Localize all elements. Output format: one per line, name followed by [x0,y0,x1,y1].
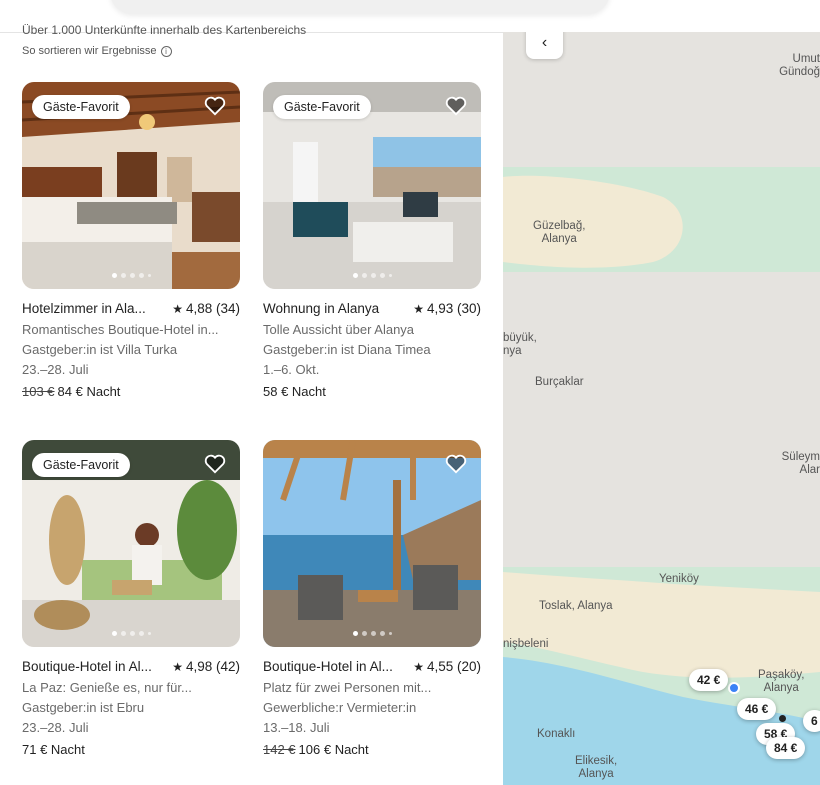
listing-dates: 13.–18. Juli [263,720,330,735]
listing-subtitle: Tolle Aussicht über Alanya [263,322,415,337]
map-label-elikesik: Elikesik, Alanya [575,755,618,780]
app-root: Über 1.000 Unterkünfte innerhalb des Kar… [0,0,820,785]
listing-title: Wohnung in Alanya [263,301,380,316]
rating-value: 4,55 (20) [426,659,481,674]
listing-host: Gastgeber:in ist Diana Timea [263,342,431,357]
heart-icon[interactable] [445,96,467,116]
heart-icon[interactable] [204,454,226,474]
listing-photo[interactable]: Gäste-Favorit [22,82,240,289]
listing-pane: Über 1.000 Unterkünfte innerhalb des Kar… [0,0,503,785]
listing-title: Hotelzimmer in Ala... [22,301,146,316]
listing-host: Gastgeber:in ist Ebru [22,700,145,715]
old-price: 142 € [263,742,296,757]
map-label-yenikoy: Yeniköy [659,573,699,585]
map-dot [779,715,786,722]
guest-favorite-badge: Gäste-Favorit [32,95,130,119]
rating-value: 4,93 (30) [426,301,481,316]
current-price: 58 € Nacht [263,384,326,399]
photo-dots [22,631,240,636]
map-label-burcaklar: Burçaklar [535,376,584,388]
listing-subtitle: Platz für zwei Personen mit... [263,680,432,695]
listing-card[interactable]: Boutique-Hotel in Al... ★ 4,55 (20) Platz… [263,440,481,757]
map-label-buyuk: büyük, nya [503,332,537,357]
map-label-umut: Umut Gündoğ [779,53,820,78]
listing-subtitle: La Paz: Genieße es, nur für... [22,680,192,695]
map-label-isbeleni: nişbeleni [503,638,549,650]
photo-dots [22,273,240,278]
photo-dots [263,273,481,278]
listing-price: 103 €84 € Nacht [22,384,240,399]
listing-price: 58 € Nacht [263,384,481,399]
map[interactable]: ‹ Umut Gündoğ Güzelbağ, Alanya büyük, ny… [503,32,820,785]
sort-info-link[interactable]: So sortieren wir Ergebnisse i [22,45,172,57]
listing-host: Gastgeber:in ist Villa Turka [22,342,178,357]
listing-photo[interactable]: Gäste-Favorit [22,440,240,647]
current-price: 84 € Nacht [57,384,121,399]
listing-title: Boutique-Hotel in Al... [22,659,152,674]
listing-photo[interactable] [263,440,481,647]
star-icon: ★ [413,659,424,674]
price-pin[interactable]: 46 € [737,698,777,720]
guest-favorite-badge: Gäste-Favorit [273,95,371,119]
star-icon: ★ [172,659,183,674]
star-icon: ★ [172,301,183,316]
listing-host: Gewerbliche:r Vermieter:in [263,700,417,715]
map-label-suleym: Süleym Alar [781,451,820,476]
listing-price: 142 €106 € Nacht [263,742,481,757]
listing-subtitle: Romantisches Boutique-Hotel in... [22,322,219,337]
star-icon: ★ [413,301,424,316]
price-pin[interactable]: 6 [803,710,820,732]
rating-value: 4,98 (42) [185,659,240,674]
info-icon: i [160,45,172,57]
listing-dates: 23.–28. Juli [22,720,89,735]
listing-card[interactable]: Gäste-Favorit Wohnung in Alanya ★ 4,93 (3… [263,82,481,399]
map-label-konakli: Konaklı [537,728,576,740]
listing-rating: ★ 4,55 (20) [413,659,481,674]
guest-favorite-badge: Gäste-Favorit [32,453,130,477]
map-label-guzelbag: Güzelbağ, Alanya [533,220,586,245]
price-pin[interactable]: 42 € [689,669,729,691]
listing-title: Boutique-Hotel in Al... [263,659,393,674]
listing-card[interactable]: Gäste-Favorit Hotelzimmer in Ala... ★ 4,8… [22,82,240,399]
map-label-pasakoy: Paşaköy, Alanya [758,669,805,694]
rating-value: 4,88 (34) [185,301,240,316]
heart-icon[interactable] [204,96,226,116]
listing-dates: 1.–6. Okt. [263,362,320,377]
photo-dots [263,631,481,636]
current-price: 71 € Nacht [22,742,85,757]
listing-photo[interactable]: Gäste-Favorit [263,82,481,289]
listing-card[interactable]: Gäste-Favorit Boutique-Hotel in Al... ★ 4… [22,440,240,757]
price-pin[interactable]: 84 € [766,737,806,759]
listing-rating: ★ 4,88 (34) [172,301,240,316]
result-count: Über 1.000 Unterkünfte innerhalb des Kar… [22,24,307,37]
chevron-left-icon[interactable]: ‹ [526,32,563,59]
sort-info-label: So sortieren wir Ergebnisse [22,45,157,57]
old-price: 103 € [22,384,55,399]
location-marker [728,682,740,694]
listing-dates: 23.–28. Juli [22,362,89,377]
map-label-toslak: Toslak, Alanya [539,600,613,612]
listing-price: 71 € Nacht [22,742,240,757]
heart-icon[interactable] [445,454,467,474]
current-price: 106 € Nacht [298,742,369,757]
listing-rating: ★ 4,93 (30) [413,301,481,316]
listing-rating: ★ 4,98 (42) [172,659,240,674]
